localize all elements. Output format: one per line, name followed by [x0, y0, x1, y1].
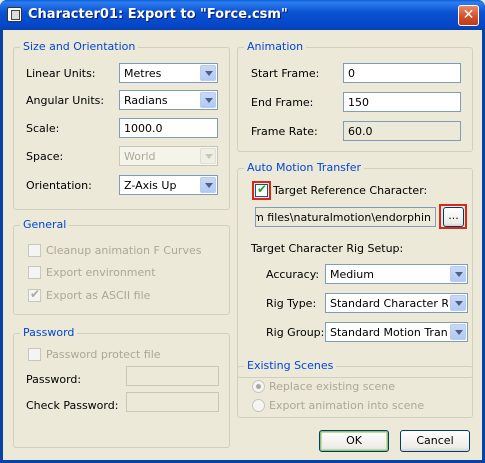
title-bar[interactable]: Character01: Export to "Force.csm" ✕ — [0, 0, 485, 30]
rig-group-label: Rig Group: — [266, 326, 325, 339]
start-frame-label: Start Frame: — [251, 67, 320, 80]
password-protect-checkbox[interactable] — [28, 348, 41, 361]
replace-scene-radio[interactable] — [252, 380, 265, 393]
window-title: Character01: Export to "Force.csm" — [28, 7, 288, 22]
frame-rate-label: Frame Rate: — [251, 125, 318, 138]
angular-units-value: Radians — [124, 94, 168, 107]
export-environment-label: Export environment — [46, 266, 156, 279]
rig-type-value: Standard Character Rig — [330, 297, 448, 310]
target-path-input[interactable]: c:\program files\naturalmotion\endorphin — [255, 207, 436, 227]
export-ascii-checkbox[interactable]: ✔ — [28, 287, 41, 302]
orientation-select[interactable]: Z-Axis Up — [119, 175, 218, 195]
target-reference-label: Target Reference Character: — [273, 184, 428, 197]
password-input[interactable] — [126, 366, 219, 386]
password-protect-label: Password protect file — [46, 348, 161, 361]
password-title: Password — [20, 326, 78, 339]
animation-group: Animation Start Frame: 0 End Frame: 150 … — [237, 40, 473, 152]
angular-units-label: Angular Units: — [26, 94, 105, 107]
cleanup-checkbox[interactable] — [28, 244, 41, 257]
checkbox-highlight — [252, 181, 271, 200]
rig-group-select[interactable]: Standard Motion Transfer — [325, 322, 468, 342]
password-group: Password Password protect file Password:… — [13, 326, 230, 448]
close-button[interactable]: ✕ — [458, 5, 479, 26]
check-password-input[interactable] — [126, 392, 219, 412]
chevron-down-icon[interactable] — [450, 295, 466, 311]
export-environment-checkbox[interactable] — [28, 266, 41, 279]
accuracy-label: Accuracy: — [266, 268, 320, 281]
export-dialog: Character01: Export to "Force.csm" ✕ Siz… — [0, 0, 485, 463]
chevron-down-icon[interactable] — [200, 92, 216, 108]
replace-scene-label: Replace existing scene — [269, 380, 395, 393]
existing-scenes-group: Existing Scenes Replace existing scene E… — [237, 359, 473, 418]
scale-input[interactable]: 1000.0 — [119, 118, 218, 138]
size-orientation-group: Size and Orientation Linear Units: Metre… — [13, 40, 230, 210]
export-into-scene-label: Export animation into scene — [269, 399, 425, 412]
export-ascii-label: Export as ASCII file — [46, 289, 151, 302]
auto-motion-transfer-group: Auto Motion Transfer ✔ Target Reference … — [237, 161, 473, 378]
animation-title: Animation — [244, 40, 307, 53]
rig-type-label: Rig Type: — [266, 297, 317, 310]
rig-group-value: Standard Motion Transfer — [330, 326, 448, 339]
cleanup-label: Cleanup animation F Curves — [46, 244, 202, 257]
linear-units-label: Linear Units: — [26, 67, 96, 80]
linear-units-value: Metres — [124, 67, 162, 80]
general-title: General — [20, 218, 70, 231]
angular-units-select[interactable]: Radians — [119, 90, 218, 110]
orientation-value: Z-Axis Up — [124, 179, 177, 192]
browse-highlight — [439, 204, 467, 229]
linear-units-select[interactable]: Metres — [119, 63, 218, 83]
rig-type-select[interactable]: Standard Character Rig — [325, 293, 468, 313]
space-label: Space: — [26, 150, 64, 163]
end-frame-label: End Frame: — [251, 96, 314, 109]
password-label: Password: — [26, 373, 82, 386]
space-value: World — [124, 150, 156, 163]
export-into-scene-radio[interactable] — [252, 399, 265, 412]
chevron-down-icon[interactable] — [200, 177, 216, 193]
accuracy-select[interactable]: Medium — [325, 264, 468, 284]
accuracy-value: Medium — [330, 268, 374, 281]
scale-label: Scale: — [26, 122, 60, 135]
cancel-button[interactable]: Cancel — [400, 430, 470, 452]
existing-scenes-title: Existing Scenes — [244, 359, 337, 372]
space-select[interactable]: World — [119, 146, 218, 166]
dialog-body: Size and Orientation Linear Units: Metre… — [3, 30, 482, 460]
close-icon: ✕ — [462, 7, 475, 23]
check-password-label: Check Password: — [26, 399, 119, 412]
chevron-down-icon[interactable] — [450, 324, 466, 340]
ok-button[interactable]: OK — [319, 430, 389, 452]
orientation-label: Orientation: — [26, 179, 92, 192]
check-icon: ✔ — [30, 287, 41, 301]
general-group: General Cleanup animation F Curves Expor… — [13, 218, 230, 315]
app-icon — [7, 7, 22, 22]
chevron-down-icon[interactable] — [450, 266, 466, 282]
frame-rate-input[interactable]: 60.0 — [343, 121, 461, 141]
rig-setup-label: Target Character Rig Setup: — [251, 242, 404, 255]
chevron-down-icon[interactable] — [200, 148, 216, 164]
size-orientation-title: Size and Orientation — [20, 40, 139, 53]
chevron-down-icon[interactable] — [200, 65, 216, 81]
start-frame-input[interactable]: 0 — [343, 63, 461, 83]
end-frame-input[interactable]: 150 — [343, 92, 461, 112]
auto-motion-transfer-title: Auto Motion Transfer — [244, 161, 365, 174]
radio-dot — [256, 384, 261, 389]
